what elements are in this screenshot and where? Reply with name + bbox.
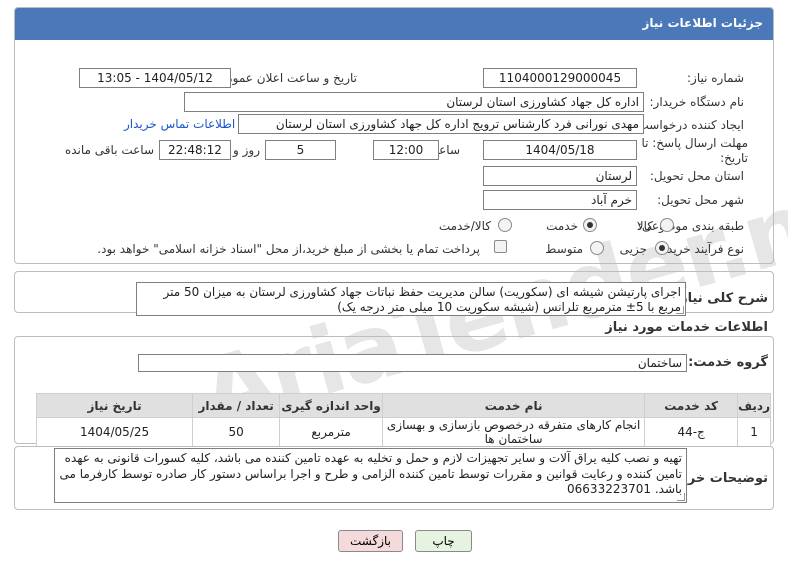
- city-field: خرم آباد: [483, 190, 637, 210]
- buyer-notes-textarea: تهیه و نصب کلیه یراق آلات و سایر تجهیزات…: [54, 448, 687, 503]
- cell-date: 1404/05/25: [35, 417, 194, 447]
- resize-grip-icon[interactable]: [676, 306, 684, 314]
- province-label: استان محل تحویل:: [649, 169, 744, 183]
- announce-datetime-field: 1404/05/12 - 13:05: [79, 68, 231, 88]
- need-number-label: شماره نیاز:: [687, 71, 744, 85]
- buyer-contact-link[interactable]: اطلاعات تماس خریدار: [124, 117, 235, 131]
- purchase-option-medium: متوسط: [545, 242, 583, 256]
- summary-textarea: اجرای پارتیشن شیشه ای (سکوریت) سالن مدیر…: [136, 282, 686, 316]
- creator-label: ایجاد کننده درخواست:: [633, 118, 744, 132]
- col-qty-header: تعداد / مقدار: [192, 393, 281, 418]
- col-unit-header: واحد اندازه گیری: [279, 393, 384, 418]
- deadline-time-field: 12:00: [373, 140, 439, 160]
- summary-text: اجرای پارتیشن شیشه ای (سکوریت) سالن مدیر…: [163, 285, 681, 314]
- category-radio-goods[interactable]: [660, 218, 674, 232]
- city-label: شهر محل تحویل:: [657, 193, 744, 207]
- back-button[interactable]: بازگشت: [338, 530, 403, 552]
- service-group-label: گروه خدمت:: [688, 355, 768, 370]
- buyer-org-label: نام دستگاه خریدار:: [649, 95, 745, 109]
- category-option-goods: کالا: [636, 219, 653, 233]
- cell-name: انجام کارهای متفرقه درخصوص بازسازی و بهس…: [382, 417, 646, 447]
- creator-field: مهدی نورانی فرد کارشناس ترویج اداره کل ج…: [238, 114, 644, 134]
- panel-title: جزئیات اطلاعات نیاز: [642, 16, 763, 30]
- cell-code: ج-44: [644, 417, 739, 447]
- purchase-radio-minor[interactable]: [655, 241, 669, 255]
- buyer-notes-text: تهیه و نصب کلیه یراق آلات و سایر تجهیزات…: [59, 451, 682, 496]
- province-field: لرستان: [483, 166, 637, 186]
- resize-grip-icon[interactable]: [677, 493, 685, 501]
- col-date-header: تاریخ نیاز: [35, 393, 194, 418]
- services-table: ردیف کد خدمت نام خدمت واحد اندازه گیری ت…: [35, 393, 771, 447]
- treasury-bonds-note: پرداخت تمام یا بخشی از مبلغ خرید،از محل …: [97, 242, 480, 256]
- deadline-date-field: 1404/05/18: [483, 140, 637, 160]
- category-radio-goods-service[interactable]: [498, 218, 512, 232]
- buyer-org-field: اداره کل جهاد کشاورزی استان لرستان: [184, 92, 644, 112]
- category-option-goods-service: کالا/خدمت: [438, 219, 491, 233]
- announce-datetime-label: تاریخ و ساعت اعلان عمومی:: [212, 71, 357, 85]
- summary-label: شرح کلی نیاز:: [674, 291, 768, 306]
- remaining-days-label: روز و: [233, 143, 260, 157]
- service-group-field: ساختمان: [138, 354, 687, 372]
- deadline-label: مهلت ارسال پاسخ: تا تاریخ:: [641, 136, 748, 165]
- remaining-days-field: 5: [265, 140, 336, 160]
- purchase-radio-medium[interactable]: [590, 241, 604, 255]
- table-row: 1 ج-44 انجام کارهای متفرقه درخصوص بازساز…: [35, 417, 771, 447]
- cell-qty: 50: [192, 417, 281, 447]
- purchase-option-minor: جزیی: [619, 242, 647, 256]
- category-label: طبقه بندی موضوعی:: [637, 219, 744, 233]
- col-name-header: نام خدمت: [382, 393, 646, 418]
- panel-header: جزئیات اطلاعات نیاز: [15, 8, 773, 40]
- print-button[interactable]: چاپ: [415, 530, 472, 552]
- col-code-header: کد خدمت: [644, 393, 739, 418]
- category-radio-service[interactable]: [583, 218, 597, 232]
- category-option-service: خدمت: [546, 219, 578, 233]
- services-section-title: اطلاعات خدمات مورد نیاز: [605, 320, 768, 335]
- table-header-row: ردیف کد خدمت نام خدمت واحد اندازه گیری ت…: [35, 393, 771, 418]
- need-number-field: 1104000129000045: [483, 68, 637, 88]
- remaining-time-label: ساعت باقی مانده: [64, 143, 154, 157]
- purchase-type-label: نوع فرآیند خرید :: [659, 242, 744, 256]
- cell-row: 1: [737, 417, 771, 447]
- cell-unit: مترمربع: [279, 417, 384, 447]
- col-row-header: ردیف: [737, 393, 771, 418]
- treasury-bonds-checkbox[interactable]: [494, 240, 507, 253]
- remaining-time-field: 22:48:12: [159, 140, 231, 160]
